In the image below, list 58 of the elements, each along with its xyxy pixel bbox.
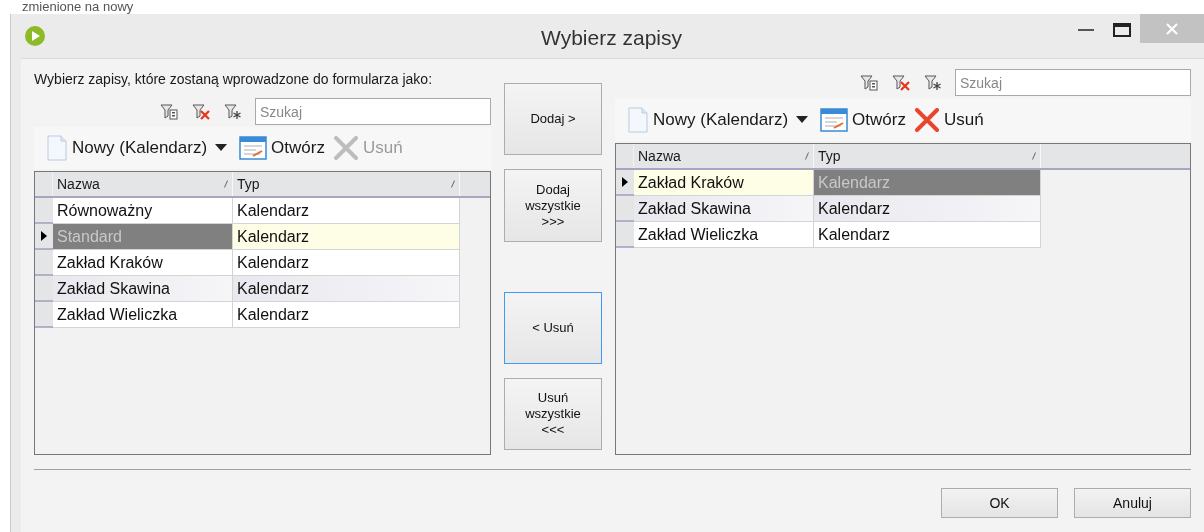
toolbar-button[interactable]: Usuń — [913, 107, 984, 133]
toolbar-button[interactable]: Nowy (Kalendarz) — [627, 107, 789, 133]
table-cell[interactable]: Kalendarz — [233, 276, 460, 302]
window-icon — [239, 136, 268, 160]
table-cell[interactable]: Kalendarz — [814, 222, 1041, 248]
column-header[interactable]: Typ — [233, 172, 460, 196]
sort-marker-icon — [1032, 152, 1036, 160]
search-field[interactable]: Szukaj — [955, 69, 1191, 96]
table-cell[interactable]: Zakład Wieliczka — [53, 302, 233, 328]
table-cell[interactable]: Kalendarz — [233, 198, 460, 224]
row-indicator[interactable] — [35, 224, 53, 250]
table-cell[interactable]: Zakład Skawina — [53, 276, 233, 302]
table-cell[interactable]: Kalendarz — [814, 196, 1041, 222]
filter-asterisk-icon[interactable] — [923, 72, 943, 93]
transfer-button[interactable]: Usuń wszystkie <<< — [504, 378, 602, 450]
table-cell[interactable]: Równoważny — [53, 198, 233, 224]
delete-x-icon — [332, 136, 359, 160]
dropdown-caret-icon[interactable] — [796, 116, 809, 124]
table-cell[interactable]: Zakład Kraków — [634, 170, 814, 196]
window-title: Wybierz zapisy — [541, 25, 682, 51]
row-indicator[interactable] — [616, 170, 634, 196]
table-cell[interactable]: Kalendarz — [233, 250, 460, 276]
current-row-arrow-icon — [622, 177, 628, 187]
play-logo-icon — [24, 25, 46, 47]
clear-filter-icon[interactable] — [891, 72, 911, 93]
transfer-button[interactable]: Dodaj > — [504, 83, 602, 155]
table-cell[interactable]: Kalendarz — [233, 224, 460, 250]
document-icon — [46, 135, 68, 161]
filter-asterisk-icon[interactable] — [223, 101, 243, 122]
table-cell[interactable]: Zakład Kraków — [53, 250, 233, 276]
column-header[interactable]: Nazwa — [53, 172, 233, 196]
background-text: zmienione na nowy — [22, 0, 134, 14]
document-icon — [627, 107, 649, 133]
dialog-button[interactable]: OK — [941, 488, 1058, 518]
instruction-text: Wybierz zapisy, które zostaną wprowadzone do formularza jako: — [34, 70, 433, 89]
clear-filter-icon[interactable] — [191, 101, 211, 122]
table-cell[interactable]: Zakład Wieliczka — [634, 222, 814, 248]
delete-x-icon — [913, 108, 940, 132]
transfer-button[interactable]: < Usuń — [504, 292, 602, 364]
current-row-arrow-icon — [41, 231, 47, 241]
window-icon — [820, 108, 849, 132]
table-cell[interactable]: Zakład Skawina — [634, 196, 814, 222]
search-field[interactable]: Szukaj — [255, 98, 491, 125]
toolbar-button[interactable]: Otwórz — [239, 135, 325, 161]
sort-marker-icon — [224, 180, 228, 188]
filter-settings-icon[interactable] — [159, 101, 179, 122]
dropdown-caret-icon[interactable] — [215, 144, 228, 152]
sort-marker-icon — [451, 180, 455, 188]
toolbar-button[interactable]: Otwórz — [820, 107, 906, 133]
column-header[interactable]: Typ — [814, 144, 1041, 168]
transfer-button[interactable]: Dodaj wszystkie >>> — [504, 169, 602, 242]
filter-settings-icon[interactable] — [859, 72, 879, 93]
close-icon — [1166, 22, 1178, 35]
column-header[interactable]: Nazwa — [634, 144, 814, 168]
table-cell[interactable]: Kalendarz — [233, 302, 460, 328]
dialog-button[interactable]: Anuluj — [1074, 488, 1191, 518]
toolbar-button[interactable]: Nowy (Kalendarz) — [46, 135, 208, 161]
sort-marker-icon — [805, 152, 809, 160]
